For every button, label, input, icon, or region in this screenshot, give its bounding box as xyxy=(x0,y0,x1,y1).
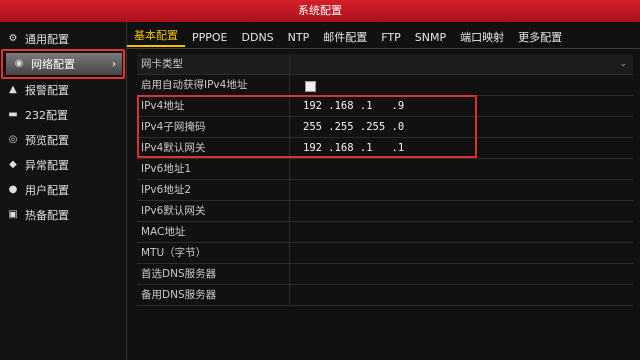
column-divider xyxy=(289,222,290,242)
tab-snmp[interactable]: SNMP xyxy=(408,29,453,47)
highlight-box-sidebar xyxy=(1,49,125,79)
ipv6-address2-label: IPv6地址2 xyxy=(141,184,192,196)
tab-pppoe[interactable]: PPPOE xyxy=(185,29,235,47)
column-divider xyxy=(289,75,290,95)
sidebar-item-label: 热备配置 xyxy=(25,209,69,222)
tab-ntp[interactable]: NTP xyxy=(281,29,317,47)
auto-ipv4-row: 启用自动获得IPv4地址 xyxy=(137,75,633,96)
mac-address-row: MAC地址 xyxy=(137,222,633,243)
mtu-label: MTU（字节） xyxy=(141,247,207,259)
alternate-dns-row: 备用DNS服务器 xyxy=(137,285,633,306)
sidebar-item-label: 报警配置 xyxy=(25,84,69,97)
sidebar-item-alarm[interactable]: ▲ 报警配置 xyxy=(0,79,126,101)
mtu-row: MTU（字节） xyxy=(137,243,633,264)
main-panel: 基本配置 PPPOE DDNS NTP 邮件配置 FTP SNMP 端口映射 更… xyxy=(126,22,640,360)
tab-basic[interactable]: 基本配置 xyxy=(127,27,185,47)
app-window: 系统配置 ⚙ 通用配置 ◉ 网络配置 › ▲ 报警配置 ▬ 232配置 ◎ 预览… xyxy=(0,0,640,360)
alternate-dns-label: 备用DNS服务器 xyxy=(141,289,217,301)
preferred-dns-label: 首选DNS服务器 xyxy=(141,268,217,280)
auto-ipv4-label: 启用自动获得IPv4地址 xyxy=(141,79,248,91)
sidebar-item-label: 232配置 xyxy=(25,109,68,122)
sidebar-item-label: 预览配置 xyxy=(25,134,69,147)
ipv6-address1-label: IPv6地址1 xyxy=(141,163,192,175)
ipv6-gateway-label: IPv6默认网关 xyxy=(141,205,206,217)
sidebar-item-exception[interactable]: ◆ 异常配置 xyxy=(0,154,126,176)
ipv6-gateway-row: IPv6默认网关 xyxy=(137,201,633,222)
sidebar-item-general[interactable]: ⚙ 通用配置 xyxy=(0,28,126,50)
ipv6-address1-row: IPv6地址1 xyxy=(137,159,633,180)
tab-ddns[interactable]: DDNS xyxy=(235,29,281,47)
tab-ftp[interactable]: FTP xyxy=(374,29,408,47)
highlight-box-ipv4 xyxy=(137,95,477,158)
column-divider xyxy=(289,264,290,284)
column-divider xyxy=(289,159,290,179)
sidebar-item-232[interactable]: ▬ 232配置 xyxy=(0,104,126,126)
auto-ipv4-checkbox[interactable] xyxy=(305,81,316,92)
nic-type-row: 网卡类型 ⌄ xyxy=(137,54,633,75)
sidebar-item-label: 用户配置 xyxy=(25,184,69,197)
nic-type-label: 网卡类型 xyxy=(141,58,183,70)
eye-icon: ◎ xyxy=(8,134,18,145)
mac-address-label: MAC地址 xyxy=(141,226,186,238)
sidebar-item-preview[interactable]: ◎ 预览配置 xyxy=(0,129,126,151)
column-divider xyxy=(289,243,290,263)
gear-icon: ⚙ xyxy=(8,33,18,44)
sidebar-item-hot-standby[interactable]: ▣ 热备配置 xyxy=(0,204,126,226)
users-icon: ● xyxy=(8,184,18,195)
window-title: 系统配置 xyxy=(0,0,640,22)
column-divider xyxy=(289,180,290,200)
column-divider xyxy=(289,201,290,221)
warning-icon: ◆ xyxy=(9,159,17,170)
alarm-bell-icon: ▲ xyxy=(9,84,17,95)
ipv6-address2-row: IPv6地址2 xyxy=(137,180,633,201)
tab-email[interactable]: 邮件配置 xyxy=(316,29,374,47)
sidebar-item-label: 异常配置 xyxy=(25,159,69,172)
serial-port-icon: ▬ xyxy=(8,109,18,120)
column-divider xyxy=(289,54,290,74)
column-divider xyxy=(289,285,290,305)
backup-icon: ▣ xyxy=(8,209,18,220)
tab-more[interactable]: 更多配置 xyxy=(511,29,569,47)
sidebar-item-user[interactable]: ● 用户配置 xyxy=(0,179,126,201)
tab-divider xyxy=(127,48,640,49)
chevron-down-icon[interactable]: ⌄ xyxy=(619,54,627,74)
preferred-dns-row: 首选DNS服务器 xyxy=(137,264,633,285)
sidebar-item-label: 通用配置 xyxy=(25,33,69,46)
tab-port-mapping[interactable]: 端口映射 xyxy=(453,29,511,47)
tab-bar: 基本配置 PPPOE DDNS NTP 邮件配置 FTP SNMP 端口映射 更… xyxy=(127,27,640,47)
